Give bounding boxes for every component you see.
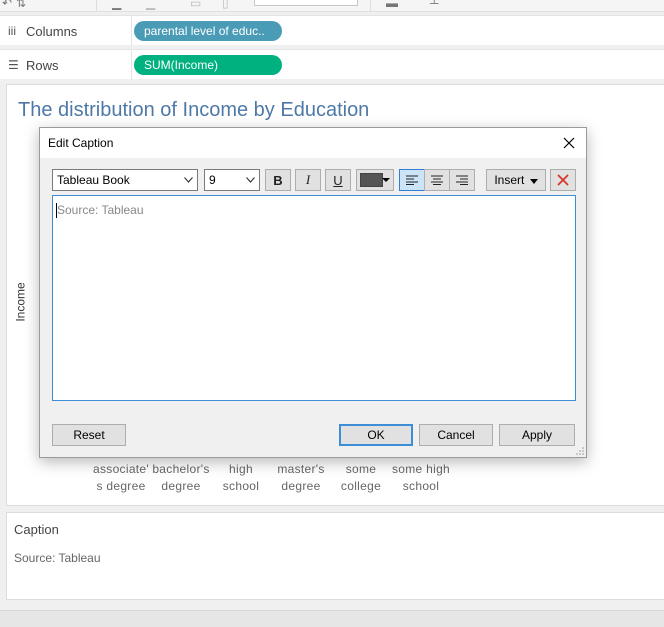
align-right-button[interactable] bbox=[449, 169, 475, 191]
x-label-line: master's bbox=[277, 462, 325, 476]
chevron-down-icon bbox=[244, 170, 256, 190]
rows-pill-sum-income[interactable]: SUM(Income) bbox=[134, 55, 282, 75]
toolbar: ↶ ⇅ ▁ ▁ ▭ ▯ ▬ ┴ bbox=[0, 0, 664, 12]
fit-dropdown[interactable] bbox=[254, 0, 358, 6]
columns-shelf: iii Columns parental level of educ.. bbox=[0, 15, 664, 46]
x-label-bachelors-degree[interactable]: bachelor's degree bbox=[151, 461, 211, 495]
columns-icon: iii bbox=[8, 24, 16, 38]
resize-grip-icon[interactable] bbox=[576, 447, 584, 455]
font-family-select[interactable]: Tableau Book bbox=[52, 169, 198, 191]
x-label-line: school bbox=[402, 479, 440, 493]
font-family-value: Tableau Book bbox=[57, 173, 130, 187]
x-label-line: degree bbox=[281, 479, 321, 493]
caption-editor-text: Source: Tableau bbox=[57, 203, 144, 217]
underline-button[interactable]: U bbox=[325, 169, 351, 191]
chevron-down-icon bbox=[182, 170, 194, 190]
toolbar-separator bbox=[370, 0, 371, 11]
x-label-line: bachelor's bbox=[152, 462, 210, 476]
cancel-button[interactable]: Cancel bbox=[419, 424, 493, 446]
caption-panel-text: Source: Tableau bbox=[14, 551, 101, 565]
align-right-icon bbox=[456, 175, 468, 185]
close-icon bbox=[563, 137, 575, 149]
text-color-button[interactable] bbox=[356, 169, 394, 191]
x-label-line: some high bbox=[391, 462, 451, 476]
ok-button[interactable]: OK bbox=[339, 424, 413, 446]
viz-title[interactable]: The distribution of Income by Education bbox=[18, 99, 369, 122]
x-label-line: degree bbox=[161, 479, 201, 493]
font-size-value: 9 bbox=[209, 173, 216, 187]
x-label-line: associate' bbox=[93, 462, 149, 476]
align-left-icon bbox=[406, 175, 418, 185]
x-label-some-college[interactable]: some college bbox=[331, 461, 391, 495]
align-center-icon bbox=[431, 175, 443, 185]
x-label-line: college bbox=[340, 479, 382, 493]
close-button[interactable] bbox=[556, 131, 582, 155]
dialog-titlebar[interactable]: Edit Caption bbox=[40, 128, 586, 158]
insert-label: Insert bbox=[494, 173, 525, 187]
toolbar-separator bbox=[96, 0, 97, 11]
x-label-masters-degree[interactable]: master's degree bbox=[271, 461, 331, 495]
x-label-line: high bbox=[229, 462, 253, 476]
group-icon[interactable]: ▯ bbox=[222, 0, 229, 10]
edit-caption-dialog: Edit Caption Tableau Book 9 B I U Insert… bbox=[39, 127, 587, 458]
dialog-title: Edit Caption bbox=[48, 136, 114, 150]
x-label-some-high-school[interactable]: some high school bbox=[391, 461, 451, 495]
caret-down-icon bbox=[382, 178, 390, 182]
undo-icon[interactable]: ↶ bbox=[2, 0, 12, 10]
sort-descending-icon[interactable]: ▁ bbox=[146, 0, 155, 10]
x-label-line: school bbox=[222, 479, 260, 493]
columns-shelf-label: iii Columns bbox=[8, 16, 132, 46]
sort-ascending-icon[interactable]: ▁ bbox=[112, 0, 121, 10]
caret-down-icon bbox=[529, 179, 538, 184]
italic-button[interactable]: I bbox=[295, 169, 321, 191]
text-color-swatch bbox=[360, 173, 383, 187]
clear-icon bbox=[557, 174, 569, 186]
apply-button[interactable]: Apply bbox=[499, 424, 575, 446]
x-label-line: some bbox=[345, 462, 377, 476]
clear-formatting-button[interactable] bbox=[550, 169, 576, 191]
align-center-button[interactable] bbox=[424, 169, 450, 191]
swap-icon[interactable]: ⇅ bbox=[16, 0, 26, 10]
align-left-button[interactable] bbox=[399, 169, 425, 191]
rows-label-text: Rows bbox=[26, 57, 59, 73]
highlight-icon[interactable]: ▭ bbox=[190, 0, 201, 10]
caption-panel-title: Caption bbox=[14, 522, 59, 537]
x-label-line: s degree bbox=[96, 479, 146, 493]
fix-axes-icon[interactable]: ┴ bbox=[430, 0, 439, 10]
rows-shelf: ☰ Rows SUM(Income) bbox=[0, 49, 664, 80]
x-label-high-school[interactable]: high school bbox=[211, 461, 271, 495]
insert-button[interactable]: Insert bbox=[486, 169, 546, 191]
show-labels-icon[interactable]: ▬ bbox=[386, 0, 398, 10]
caption-editor[interactable]: Source: Tableau bbox=[52, 195, 576, 401]
x-label-associates-degree[interactable]: associate' s degree bbox=[91, 461, 151, 495]
rows-icon: ☰ bbox=[8, 58, 19, 72]
columns-label-text: Columns bbox=[26, 23, 78, 39]
font-size-select[interactable]: 9 bbox=[204, 169, 260, 191]
caption-panel[interactable]: Caption Source: Tableau bbox=[6, 512, 664, 600]
y-axis-label[interactable]: Income bbox=[14, 282, 28, 321]
bold-button[interactable]: B bbox=[265, 169, 291, 191]
rows-shelf-label: ☰ Rows bbox=[8, 50, 132, 80]
reset-button[interactable]: Reset bbox=[52, 424, 126, 446]
status-bar bbox=[0, 610, 664, 627]
columns-pill-parental-level[interactable]: parental level of educ.. bbox=[134, 21, 282, 41]
